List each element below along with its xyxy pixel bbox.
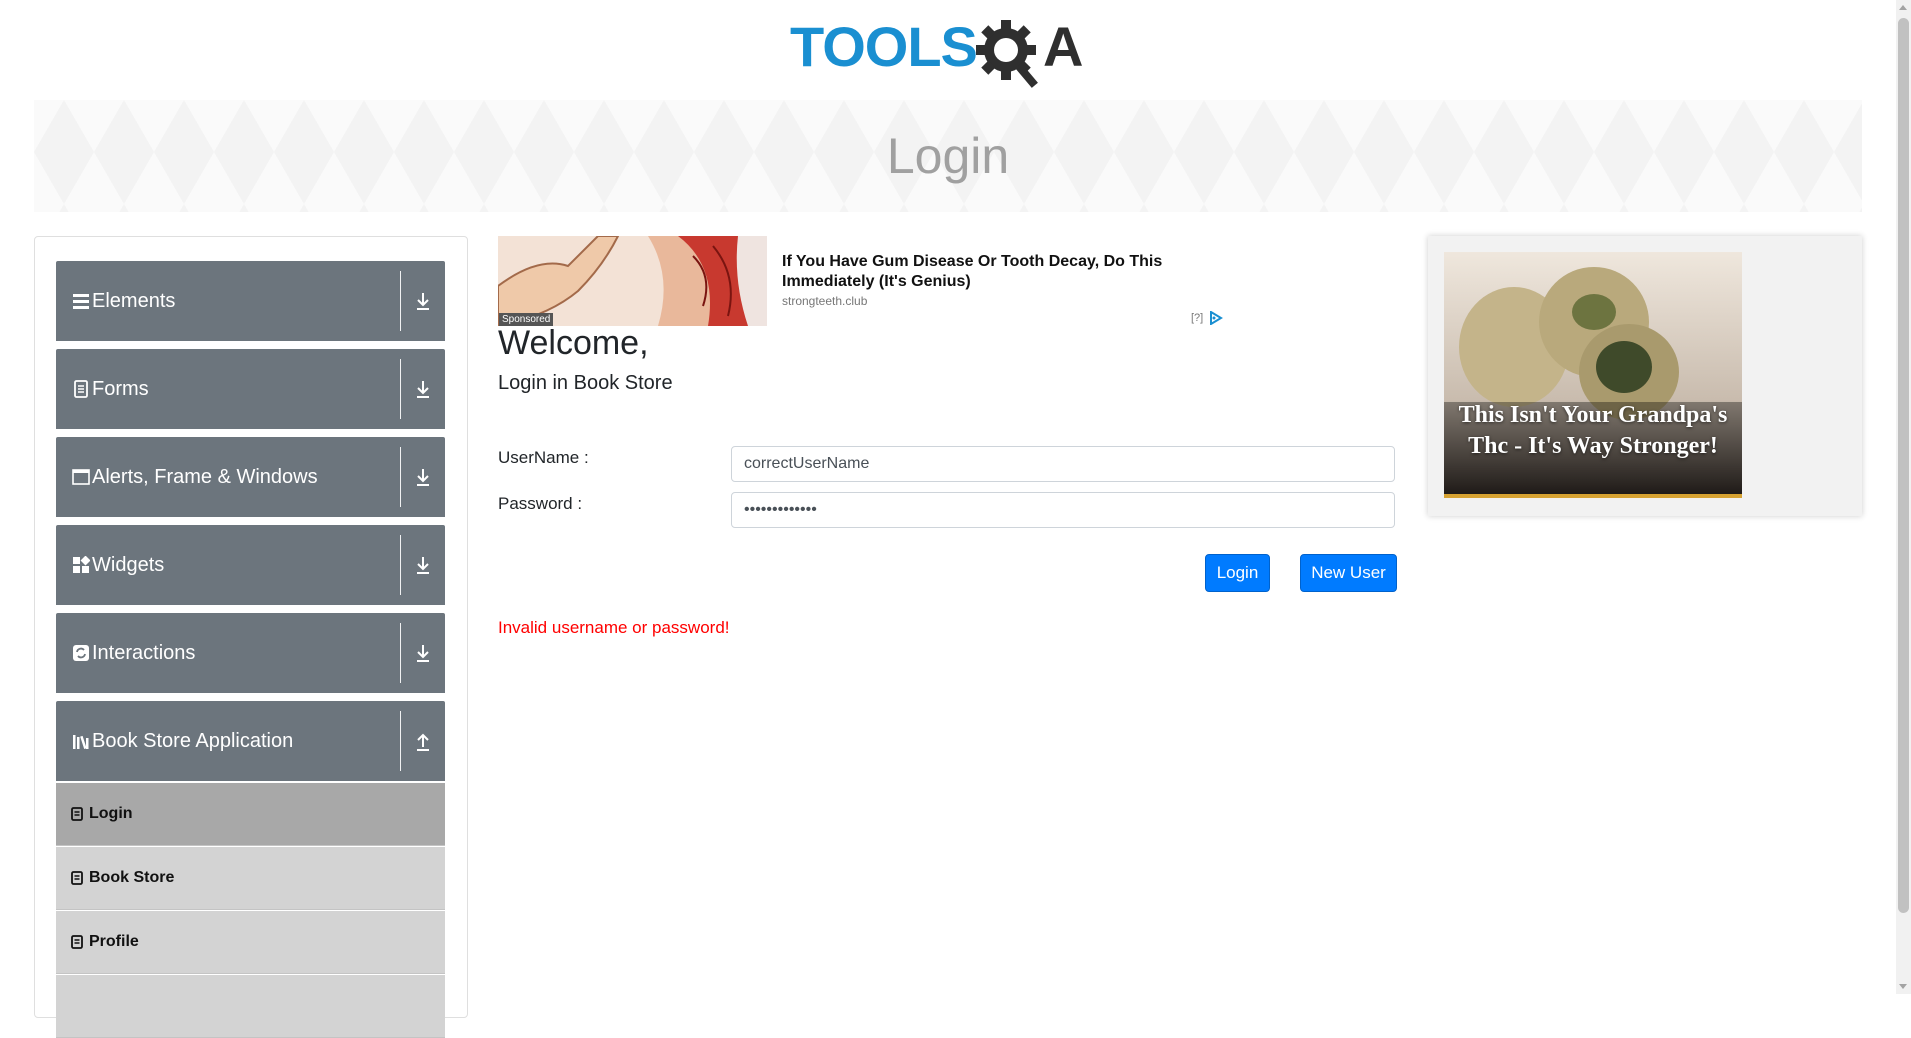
username-label: UserName : [498, 448, 589, 467]
ad-headline[interactable]: This Isn't Your Grandpa's Thc - It's Way… [1444, 400, 1742, 462]
sidebar-item-login[interactable]: Login [56, 783, 445, 846]
sidebar-group-label: Elements [92, 290, 176, 312]
books-icon [73, 735, 89, 749]
sidebar-item-profile[interactable]: Profile [56, 911, 445, 974]
download-arrow-icon[interactable] [413, 290, 433, 312]
download-arrow-icon[interactable] [413, 466, 433, 488]
sidebar-group-interactions[interactable]: Interactions [56, 613, 445, 693]
divider [400, 535, 401, 595]
download-arrow-icon[interactable] [413, 554, 433, 576]
sidebar-item-book-store[interactable]: Book Store [56, 847, 445, 910]
login-subheading: Login in Book Store [498, 372, 673, 394]
divider [400, 623, 401, 683]
ad-image[interactable]: Sponsored [498, 236, 767, 326]
divider [400, 271, 401, 331]
download-arrow-icon[interactable] [413, 378, 433, 400]
page-title: Login [886, 128, 1010, 184]
sidebar-group-alerts[interactable]: Alerts, Frame & Windows [56, 437, 445, 517]
adchoices-icon[interactable] [1208, 311, 1224, 325]
ad-info-link[interactable]: [?] [1191, 312, 1203, 324]
sidebar-group-widgets[interactable]: Widgets [56, 525, 445, 605]
page-banner: Login [34, 100, 1862, 212]
ad-title[interactable]: If You Have Gum Disease Or Tooth Decay, … [782, 252, 1202, 292]
sidebar-item-label: Profile [89, 933, 139, 950]
sidebar-group-elements[interactable]: Elements [56, 261, 445, 341]
sidebar-group-label: Book Store Application [92, 730, 294, 752]
sidebar-group-label: Widgets [92, 554, 165, 576]
upload-arrow-icon[interactable] [413, 730, 433, 752]
scroll-up-icon[interactable] [1899, 5, 1907, 10]
document-icon [74, 380, 88, 398]
sidebar-item-label: Login [89, 805, 133, 822]
right-ad[interactable]: This Isn't Your Grandpa's Thc - It's Way… [1428, 236, 1862, 516]
login-button[interactable]: Login [1205, 554, 1270, 592]
divider [400, 711, 401, 771]
divider [400, 447, 401, 507]
welcome-heading: Welcome, [498, 324, 649, 362]
interactions-icon [73, 645, 89, 661]
logo-text-a: A [1043, 15, 1083, 78]
new-user-button[interactable]: New User [1300, 554, 1397, 592]
sidebar-group-label: Alerts, Frame & Windows [92, 466, 318, 488]
ad-domain[interactable]: strongteeth.club [782, 294, 867, 308]
divider [400, 359, 401, 419]
sidebar-group-forms[interactable]: Forms [56, 349, 445, 429]
sidebar-item-next[interactable] [56, 975, 445, 1038]
sponsored-ad[interactable]: Sponsored If You Have Gum Disease Or Too… [498, 236, 1228, 326]
book-icon [71, 807, 83, 821]
sidebar-group-label: Interactions [92, 642, 196, 664]
sidebar-group-book-store-application[interactable]: Book Store Application [56, 701, 445, 781]
gear-magnifier-icon [976, 20, 1038, 88]
sidebar: Elements Forms Alerts, Frame & Windows W… [34, 236, 468, 1038]
book-icon [71, 871, 83, 885]
password-label: Password : [498, 494, 583, 513]
username-input[interactable] [731, 446, 1395, 482]
toolsqa-logo[interactable]: TOOLS A [788, 14, 1114, 90]
book-icon [71, 935, 83, 949]
widgets-icon [73, 556, 90, 573]
download-arrow-icon[interactable] [413, 642, 433, 664]
ad-accent-bar [1444, 494, 1742, 498]
sidebar-group-label: Forms [92, 378, 149, 400]
sidebar-item-label: Book Store [89, 869, 175, 886]
window-icon [72, 469, 90, 485]
logo-text-tools: TOOLS [790, 15, 977, 78]
ad-image[interactable]: This Isn't Your Grandpa's Thc - It's Way… [1444, 252, 1742, 498]
hamburger-icon [73, 294, 89, 309]
error-message: Invalid username or password! [498, 618, 730, 637]
password-input[interactable] [731, 492, 1395, 528]
vertical-scrollbar[interactable] [1896, 0, 1911, 994]
scrollbar-thumb[interactable] [1898, 18, 1909, 913]
scroll-down-icon[interactable] [1899, 984, 1907, 989]
